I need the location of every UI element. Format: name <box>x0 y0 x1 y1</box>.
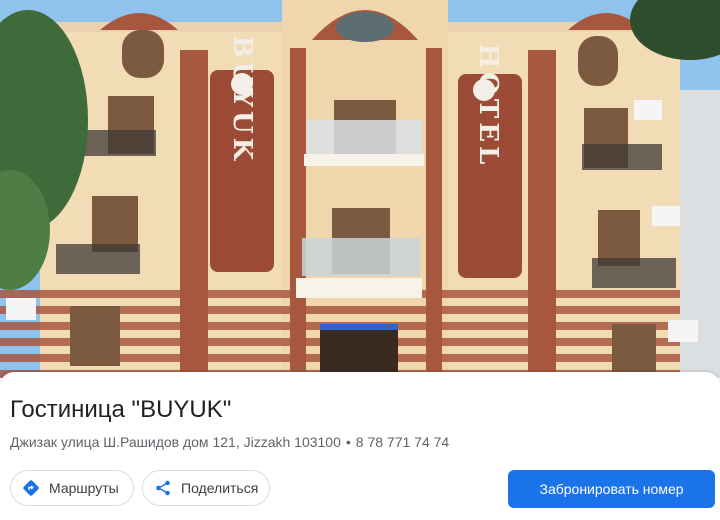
share-icon <box>153 478 173 498</box>
share-label: Поделиться <box>181 480 259 496</box>
sign-hotel: HOTEL <box>473 44 503 169</box>
hotel-facade-image: BUYUK HOTEL <box>0 0 720 378</box>
directions-icon <box>21 478 41 498</box>
place-details: Джизак улица Ш.Рашидов дом 121, Jizzakh … <box>10 434 449 450</box>
sign-buyuk: BUYUK <box>227 36 257 164</box>
place-phone[interactable]: 8 78 771 74 74 <box>356 434 449 450</box>
place-photo[interactable]: BUYUK HOTEL <box>0 0 720 378</box>
routes-label: Маршруты <box>49 480 119 496</box>
separator-dot: • <box>345 434 351 450</box>
share-button[interactable]: Поделиться <box>142 470 270 506</box>
place-title: Гостиница "BUYUK" <box>10 396 232 423</box>
routes-button[interactable]: Маршруты <box>10 470 134 506</box>
book-room-button[interactable]: Забронировать номер <box>508 470 715 508</box>
place-info-sheet: Гостиница "BUYUK" Джизак улица Ш.Рашидов… <box>0 372 720 520</box>
place-address[interactable]: Джизак улица Ш.Рашидов дом 121, Jizzakh … <box>10 434 341 450</box>
